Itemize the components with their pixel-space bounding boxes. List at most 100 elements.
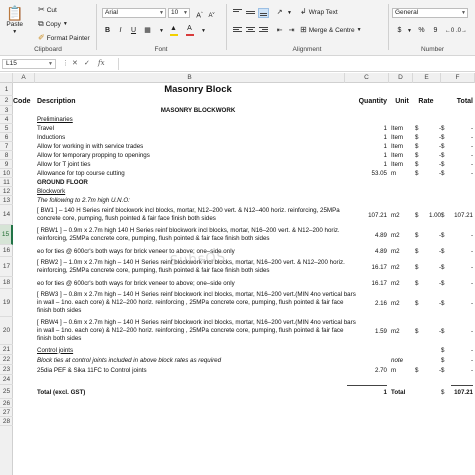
total-cell[interactable]: - [451,345,473,355]
total-currency-cell[interactable]: $ [441,225,449,245]
rate-currency-cell[interactable]: $ [415,277,423,289]
insert-function-button[interactable]: fx [98,59,105,67]
row-header-9[interactable]: 9 [0,160,13,169]
description-cell[interactable]: 25dia PEF & Sika 11FC to Control joints [37,365,359,375]
rate-currency-cell[interactable]: $ [415,133,423,142]
quantity-cell[interactable]: 1 [347,385,387,399]
total-cell[interactable]: 107.21 [451,205,473,225]
description-cell[interactable]: eo for ties @ 600cr's both ways for bric… [37,245,359,257]
quantity-cell[interactable]: 16.17 [347,277,387,289]
unit-cell[interactable]: m [391,169,413,178]
row-header-11[interactable]: 11 [0,178,13,187]
quantity-cell[interactable]: 4.89 [347,225,387,245]
cancel-icon[interactable]: ✕ [72,59,78,67]
column-header-d[interactable]: D [389,73,413,83]
align-bottom-icon[interactable] [258,8,269,18]
quantity-cell[interactable]: 2.70 [347,365,387,375]
description-cell[interactable]: Allow for temporary propping to openings [37,151,359,160]
quantity-cell[interactable]: 1 [347,151,387,160]
quantity-cell[interactable]: Quantity [347,96,387,106]
description-cell[interactable]: Control joints [37,345,359,355]
rate-cell[interactable]: - [425,169,441,178]
unit-cell[interactable]: Item [391,133,413,142]
total-currency-cell[interactable]: $ [441,317,449,345]
unit-cell[interactable]: m2 [391,225,413,245]
align-middle-icon[interactable] [245,8,256,18]
description-cell[interactable]: [ BW1 ] – 140 H Series reinf blockwork i… [37,205,359,225]
row-header-24[interactable]: 24 [0,375,13,385]
rate-currency-cell[interactable]: $ [415,169,423,178]
increase-decimal-icon[interactable]: ←0 [444,26,455,36]
quantity-cell[interactable]: 4.89 [347,245,387,257]
rate-currency-cell[interactable]: $ [415,151,423,160]
total-currency-cell[interactable]: $ [441,289,449,317]
row-header-20[interactable]: 20 [0,317,13,345]
row-header-27[interactable]: 27 [0,408,13,417]
unit-cell[interactable]: m2 [391,289,413,317]
total-cell[interactable]: - [451,160,473,169]
select-all-corner[interactable] [0,73,13,83]
total-cell[interactable]: - [451,289,473,317]
row-header-12[interactable]: 12 [0,187,13,196]
bold-button[interactable]: B [102,26,113,36]
unit-cell[interactable]: m2 [391,245,413,257]
total-currency-cell[interactable]: $ [441,124,449,133]
description-cell[interactable]: Allowance for top course cutting [37,169,359,178]
total-header-cell[interactable]: Total [443,96,473,106]
quantity-cell[interactable]: 1 [347,160,387,169]
font-size-select[interactable]: 10 ▼ [168,8,190,18]
decrease-indent-icon[interactable]: ⇤ [274,26,285,36]
total-currency-cell[interactable]: $ [441,160,449,169]
row-header-8[interactable]: 8 [0,151,13,160]
total-cell[interactable]: - [451,151,473,160]
description-cell[interactable]: Block ties at control joints included in… [37,355,359,365]
total-cell[interactable]: - [451,245,473,257]
total-cell[interactable]: - [451,225,473,245]
total-currency-cell[interactable]: $ [441,245,449,257]
unit-cell[interactable]: Unit [391,96,413,106]
total-currency-cell[interactable]: $ [441,151,449,160]
unit-cell[interactable]: Item [391,142,413,151]
description-cell[interactable]: The following to 2.7m high U.N.O: [37,196,359,205]
unit-cell[interactable]: m2 [391,317,413,345]
quantity-cell[interactable]: 107.21 [347,205,387,225]
quantity-cell[interactable]: 2.16 [347,289,387,317]
unit-cell[interactable]: note [391,355,413,365]
rate-currency-cell[interactable]: $ [415,245,423,257]
rate-cell[interactable]: - [425,151,441,160]
chevron-down-icon[interactable]: ▼ [156,26,167,36]
rate-currency-cell[interactable]: $ [415,365,423,375]
align-left-icon[interactable] [232,26,243,36]
rate-currency-cell[interactable]: $ [415,205,423,225]
row-header-13[interactable]: 13 [0,196,13,205]
align-right-icon[interactable] [258,26,269,36]
row-header-25[interactable]: 25 [0,385,13,399]
rate-cell[interactable]: 1.00 [425,205,441,225]
description-cell[interactable]: Total (excl. GST) [37,385,359,399]
rate-currency-cell[interactable]: $ [415,225,423,245]
total-cell[interactable]: - [451,257,473,277]
column-header-a[interactable]: A [13,73,35,83]
row-header-16[interactable]: 16 [0,245,13,257]
fill-color-button[interactable]: ▲ [168,24,179,36]
copy-button[interactable]: ⧉ Copy ▼ [38,20,68,28]
borders-button[interactable]: ▦ [142,26,153,36]
column-header-b[interactable]: B [35,73,345,83]
comma-style-button[interactable]: 9 [430,26,441,36]
decrease-font-size-button[interactable]: Av [206,8,217,19]
row-header-21[interactable]: 21 [0,345,13,355]
description-cell[interactable]: MASONRY BLOCKWORK [37,106,359,115]
unit-cell[interactable]: Total [391,385,413,399]
rate-cell[interactable]: - [425,277,441,289]
enter-icon[interactable]: ✓ [84,59,90,67]
rate-currency-cell[interactable]: $ [415,317,423,345]
description-cell[interactable]: Inductions [37,133,359,142]
rate-cell[interactable]: - [425,245,441,257]
total-currency-cell[interactable]: $ [441,355,449,365]
total-currency-cell[interactable]: $ [441,169,449,178]
row-header-14[interactable]: 14 [0,205,13,225]
align-top-icon[interactable] [232,8,243,18]
rate-currency-cell[interactable]: $ [415,160,423,169]
rate-cell[interactable]: - [425,225,441,245]
rate-currency-cell[interactable]: $ [415,142,423,151]
